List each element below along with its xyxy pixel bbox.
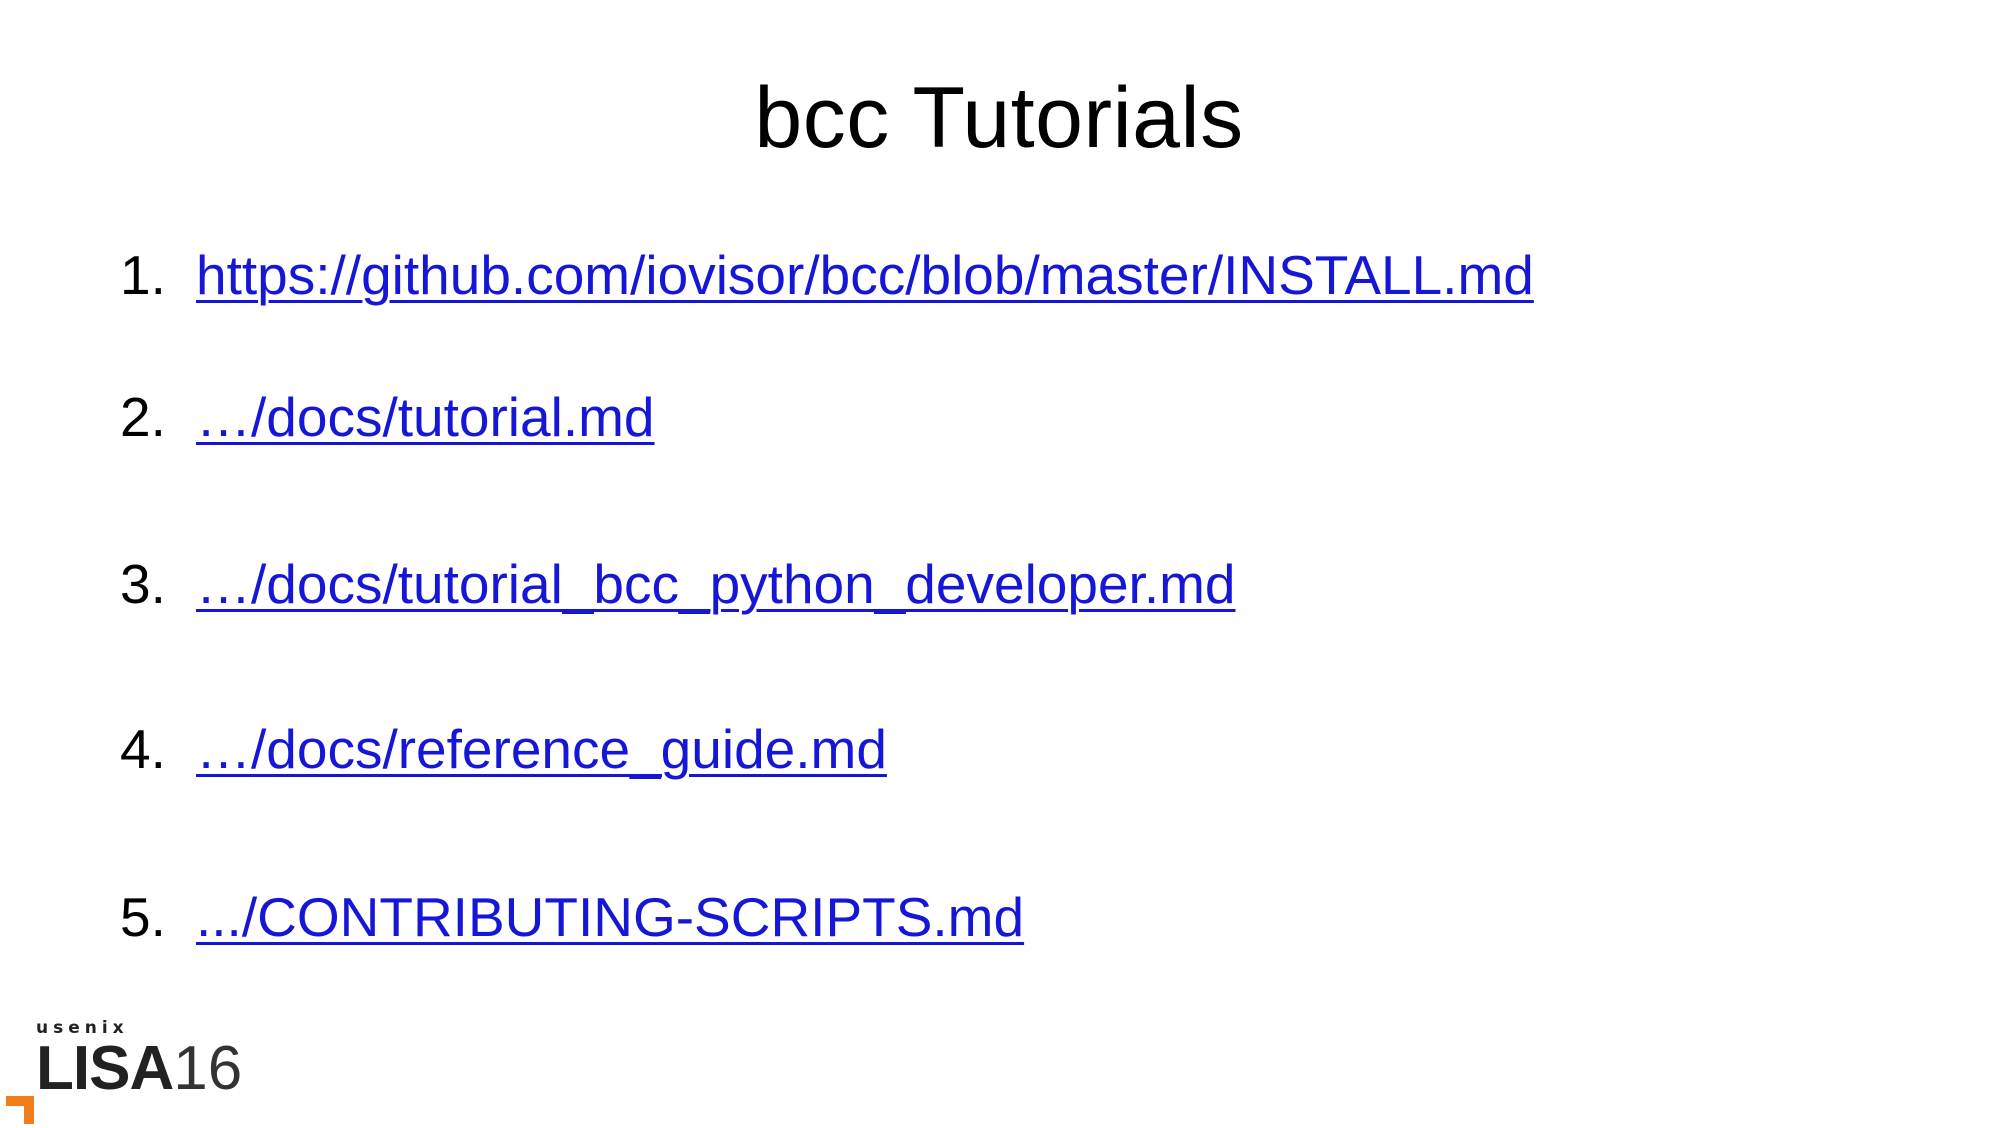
list-item-number: 3.	[120, 553, 166, 615]
list-item-number: 5.	[120, 886, 166, 948]
slide-title: bcc Tutorials	[754, 70, 1244, 166]
list-item: 2. …/docs/tutorial.md	[120, 390, 655, 445]
lisa-event-name: LISA	[36, 1034, 174, 1103]
install-md-link[interactable]: https://github.com/iovisor/bcc/blob/mast…	[196, 244, 1534, 306]
list-item: 4. …/docs/reference_guide.md	[120, 722, 887, 777]
tutorial-md-link[interactable]: …/docs/tutorial.md	[196, 386, 655, 448]
list-item-number: 1.	[120, 244, 166, 306]
contributing-scripts-link[interactable]: .../CONTRIBUTING-SCRIPTS.md	[196, 886, 1024, 948]
lisa-event-year: 16	[173, 1034, 243, 1103]
lisa-wordmark: LISA16	[36, 1038, 242, 1100]
logo-corner-icon	[6, 1096, 34, 1124]
list-item-number: 4.	[120, 718, 166, 780]
lisa16-logo: usenix LISA16	[6, 1018, 266, 1128]
list-item: 1. https://github.com/iovisor/bcc/blob/ma…	[120, 248, 1534, 303]
list-item-number: 2.	[120, 386, 166, 448]
reference-guide-link[interactable]: …/docs/reference_guide.md	[196, 718, 887, 780]
list-item: 5. .../CONTRIBUTING-SCRIPTS.md	[120, 890, 1024, 945]
python-developer-tutorial-link[interactable]: …/docs/tutorial_bcc_python_developer.md	[196, 553, 1236, 615]
slide: bcc Tutorials 1. https://github.com/iovis…	[0, 0, 1998, 1125]
list-item: 3. …/docs/tutorial_bcc_python_developer.m…	[120, 557, 1236, 612]
